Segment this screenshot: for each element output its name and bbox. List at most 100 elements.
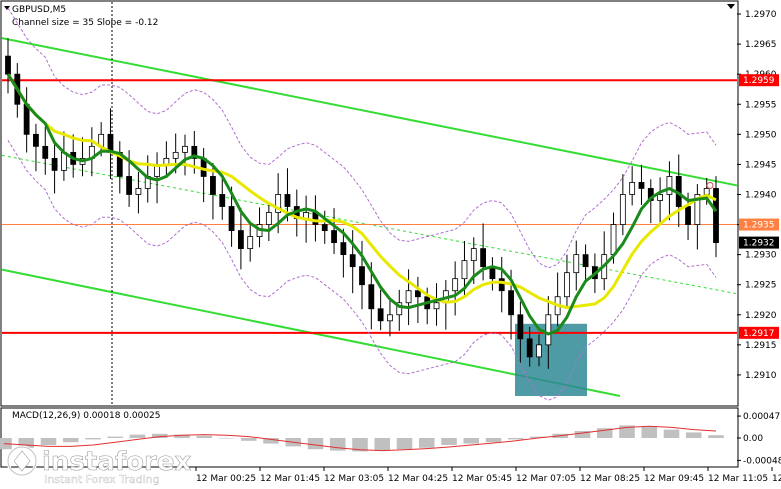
candle-body (414, 290, 421, 298)
candle-body (33, 133, 39, 147)
candle-body (331, 230, 337, 243)
candle-body (135, 188, 142, 195)
candle-body (526, 338, 533, 358)
macd-histogram-bar (463, 438, 480, 444)
candle-body (5, 55, 11, 75)
macd-y-tick-label: -0.00048 (743, 456, 781, 466)
candle-body (126, 176, 133, 195)
candle-body (321, 224, 328, 231)
x-tick-label: 12 Mar 09:45 (644, 474, 704, 484)
y-tick-label: 1.2930 (745, 251, 777, 261)
level-badge-label: 1.2959 (743, 76, 775, 86)
candle-body (573, 254, 580, 274)
macd-histogram-bar (40, 438, 57, 445)
candle-body (461, 260, 468, 280)
candle-body (368, 284, 375, 310)
y-tick-label: 1.2965 (745, 40, 777, 50)
candle-body (42, 145, 49, 159)
y-tick-label: 1.2970 (745, 10, 777, 20)
candle-body (228, 206, 235, 231)
candle-body (210, 176, 216, 195)
candle-body (517, 314, 524, 340)
candle-body (377, 308, 384, 322)
macd-histogram-bar (685, 432, 702, 438)
candle-body (172, 151, 179, 159)
candle-body (182, 145, 188, 153)
chart-svg: GBPUSD,M5 Channel size = 35 Slope = -0.1… (0, 0, 781, 486)
candle-body (545, 314, 552, 346)
candle-body (405, 290, 412, 304)
macd-histogram-bar (507, 438, 524, 440)
candle-body (387, 314, 393, 322)
chart-root: GBPUSD,M5 Channel size = 35 Slope = -0.1… (0, 0, 781, 489)
y-tick-label: 1.2945 (745, 160, 777, 170)
candle-body (610, 224, 617, 256)
macd-histogram-bar (196, 435, 213, 438)
candle-body (657, 194, 664, 201)
candle-body (713, 188, 719, 243)
y-tick-label: 1.2915 (745, 341, 777, 351)
candle-body (470, 248, 477, 262)
macd-histogram-bar (62, 438, 79, 443)
candle-body (349, 254, 356, 268)
candle-body (284, 194, 291, 207)
macd-title: MACD(12,26,9) 0.00018 0.00025 (12, 411, 161, 421)
x-tick-label: 12 Mar 08:25 (580, 474, 640, 484)
level-badge-label: 1.2932 (743, 239, 775, 249)
macd-histogram-bar (441, 438, 457, 445)
macd-histogram-bar (240, 438, 257, 441)
macd-histogram-bar (107, 436, 124, 438)
y-tick-label: 1.2955 (745, 100, 777, 110)
level-badge-label: 1.2935 (743, 221, 775, 231)
candle-body (433, 302, 440, 310)
candle-body (629, 182, 636, 195)
macd-y-tick-label: 0.00047 (743, 412, 780, 422)
x-tick-label: 12 Mar 00:25 (196, 474, 256, 484)
candle-body (508, 290, 514, 316)
level-badge-label: 1.2917 (743, 329, 775, 339)
macd-histogram-bar (307, 438, 324, 450)
macd-histogram-bar (485, 438, 502, 443)
macd-histogram-bar (85, 438, 101, 440)
candle-body (498, 278, 505, 292)
candle-body (340, 242, 347, 256)
candle-body (582, 254, 589, 268)
x-tick-label: 12 Mar 07:05 (516, 474, 576, 484)
watermark-tagline: Instant Forex Trading (44, 473, 160, 486)
candle-body (666, 176, 673, 195)
macd-histogram-bar (641, 426, 658, 438)
macd-histogram-bar (708, 435, 724, 438)
candle-body (359, 266, 365, 286)
macd-histogram-bar (374, 438, 391, 451)
candle-body (480, 248, 487, 268)
y-tick-label: 1.2950 (745, 130, 777, 140)
price-subtitle: Channel size = 35 Slope = -0.12 (12, 18, 158, 28)
candle-body (685, 206, 691, 225)
x-tick-label: 12 Mar 11:05 (708, 474, 768, 484)
candle-body (452, 278, 459, 292)
candle-body (247, 236, 254, 250)
x-tick-label: 12 Mar 04:25 (388, 474, 448, 484)
y-tick-label: 1.2925 (745, 281, 777, 291)
y-tick-label: 1.2940 (745, 190, 777, 200)
candle-body (564, 272, 570, 298)
candle-body (23, 103, 30, 135)
candle-body (536, 344, 542, 358)
candle-body (219, 194, 226, 207)
macd-y-tick-label: 0.00 (743, 434, 763, 444)
candle-body (638, 182, 645, 189)
price-title: GBPUSD,M5 (12, 5, 66, 15)
macd-histogram-bar (396, 438, 413, 450)
macd-histogram-bar (663, 429, 680, 438)
macd-histogram-bar (418, 438, 435, 448)
x-tick-label: 12 Mar 05:45 (452, 474, 512, 484)
x-tick-label: 12 Mar 01:45 (260, 474, 320, 484)
candle-body (51, 157, 58, 171)
y-tick-label: 1.2910 (745, 371, 777, 381)
candle-body (237, 230, 244, 250)
y-tick-label: 1.2920 (745, 311, 777, 321)
macd-histogram-bar (129, 434, 146, 438)
candle-body (619, 194, 626, 225)
x-tick-label: 12 Mar 03:05 (324, 474, 384, 484)
candle-body (265, 212, 272, 225)
